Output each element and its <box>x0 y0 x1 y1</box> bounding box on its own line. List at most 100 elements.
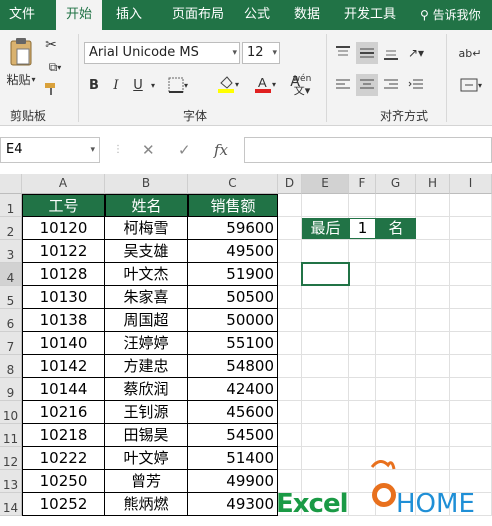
row-header[interactable]: 6 <box>0 309 22 332</box>
column-header-a[interactable]: A <box>22 174 105 194</box>
table-cell[interactable]: 叶文婷 <box>105 447 188 470</box>
table-cell[interactable]: 10122 <box>22 240 105 263</box>
table-header-cell[interactable]: 销售额 <box>188 194 278 217</box>
criteria-label-cell[interactable]: 最后 <box>302 218 349 239</box>
copy-icon[interactable]: ⧉ ▾ <box>42 58 68 76</box>
table-cell[interactable]: 45600 <box>188 401 278 424</box>
underline-button[interactable]: U <box>128 74 148 96</box>
table-cell[interactable]: 51900 <box>188 263 278 286</box>
select-all-corner[interactable] <box>0 174 22 194</box>
tab-file[interactable]: 文件 <box>0 0 44 30</box>
table-cell[interactable]: 朱家喜 <box>105 286 188 309</box>
row-header[interactable]: 8 <box>0 355 22 378</box>
orientation-icon[interactable]: ↗▾ <box>404 42 428 64</box>
tab-page-layout[interactable]: 页面布局 <box>160 0 236 30</box>
formula-input[interactable] <box>244 137 492 163</box>
table-cell[interactable]: 50500 <box>188 286 278 309</box>
table-cell[interactable]: 10252 <box>22 493 105 516</box>
table-cell[interactable]: 柯梅雪 <box>105 217 188 240</box>
table-cell[interactable]: 蔡欣润 <box>105 378 188 401</box>
table-cell[interactable]: 曾芳 <box>105 470 188 493</box>
table-cell[interactable]: 方建忠 <box>105 355 188 378</box>
row-header[interactable]: 1 <box>0 194 22 217</box>
column-header-e[interactable]: E <box>302 174 349 194</box>
chevron-down-icon[interactable]: ▾ <box>148 74 158 96</box>
borders-icon[interactable]: ▾ <box>164 74 192 96</box>
indent-icon[interactable] <box>404 74 428 96</box>
selected-cell-e4[interactable] <box>301 262 350 286</box>
tab-formulas[interactable]: 公式 <box>236 0 278 30</box>
table-header-cell[interactable]: 姓名 <box>105 194 188 217</box>
increase-font-icon[interactable]: A <box>286 72 304 92</box>
table-cell[interactable]: 51400 <box>188 447 278 470</box>
table-cell[interactable]: 10250 <box>22 470 105 493</box>
merge-center-icon[interactable]: ▾ <box>456 74 486 96</box>
row-header[interactable]: 5 <box>0 286 22 309</box>
row-header[interactable]: 12 <box>0 447 22 470</box>
fill-color-icon[interactable]: ▾ <box>214 72 242 96</box>
row-header[interactable]: 2 <box>0 217 22 240</box>
wrap-text-icon[interactable]: ab↵ <box>456 42 484 64</box>
align-left-icon[interactable] <box>332 74 354 96</box>
tab-data[interactable]: 数据 <box>284 0 330 30</box>
table-cell[interactable]: 周国超 <box>105 309 188 332</box>
table-cell[interactable]: 吴支雄 <box>105 240 188 263</box>
italic-button[interactable]: I <box>106 74 126 96</box>
table-cell[interactable]: 54800 <box>188 355 278 378</box>
format-painter-icon[interactable] <box>42 80 60 98</box>
table-cell[interactable]: 10216 <box>22 401 105 424</box>
table-cell[interactable]: 59600 <box>188 217 278 240</box>
row-header[interactable]: 14 <box>0 493 22 516</box>
table-cell[interactable]: 王钊源 <box>105 401 188 424</box>
row-header[interactable]: 10 <box>0 401 22 424</box>
column-header-b[interactable]: B <box>105 174 188 194</box>
column-header-h[interactable]: H <box>416 174 450 194</box>
table-cell[interactable]: 10144 <box>22 378 105 401</box>
criteria-suffix-cell[interactable]: 名 <box>376 218 416 239</box>
table-cell[interactable]: 54500 <box>188 424 278 447</box>
table-cell[interactable]: 10140 <box>22 332 105 355</box>
tab-developer[interactable]: 开发工具 <box>338 0 402 30</box>
bold-button[interactable]: B <box>84 74 104 96</box>
name-box[interactable]: E4 ▾ <box>0 137 100 163</box>
paste-button[interactable]: 粘贴 ▾ <box>4 70 38 88</box>
table-cell[interactable]: 田锡昊 <box>105 424 188 447</box>
table-cell[interactable]: 49500 <box>188 240 278 263</box>
table-cell[interactable]: 10142 <box>22 355 105 378</box>
row-header[interactable]: 11 <box>0 424 22 447</box>
table-cell[interactable]: 50000 <box>188 309 278 332</box>
table-header-cell[interactable]: 工号 <box>22 194 105 217</box>
table-cell[interactable]: 熊炳燃 <box>105 493 188 516</box>
table-cell[interactable]: 10218 <box>22 424 105 447</box>
cut-icon[interactable]: ✂ <box>42 36 60 54</box>
row-header[interactable]: 4 <box>0 263 22 286</box>
table-cell[interactable]: 10128 <box>22 263 105 286</box>
tab-insert[interactable]: 插入 <box>106 0 152 30</box>
row-header[interactable]: 7 <box>0 332 22 355</box>
cancel-icon[interactable]: ✕ <box>142 137 155 163</box>
table-cell[interactable]: 10222 <box>22 447 105 470</box>
table-cell[interactable]: 55100 <box>188 332 278 355</box>
font-color-icon[interactable]: A ▾ <box>250 72 280 96</box>
table-cell[interactable]: 10138 <box>22 309 105 332</box>
row-header[interactable]: 9 <box>0 378 22 401</box>
column-header-f[interactable]: F <box>349 174 376 194</box>
font-size-select[interactable]: 12 ▾ <box>242 42 280 64</box>
align-middle-icon[interactable] <box>356 42 378 64</box>
criteria-n-input[interactable]: 1 <box>349 218 376 239</box>
column-header-d[interactable]: D <box>278 174 302 194</box>
table-cell[interactable]: 49900 <box>188 470 278 493</box>
row-header[interactable]: 13 <box>0 470 22 493</box>
tell-me-box[interactable]: ⚲ 告诉我你 <box>420 0 481 30</box>
confirm-icon[interactable]: ✓ <box>178 137 191 163</box>
font-name-select[interactable]: Arial Unicode MS ▾ <box>84 42 240 64</box>
align-right-icon[interactable] <box>380 74 402 96</box>
paste-icon[interactable] <box>6 36 36 68</box>
align-top-icon[interactable] <box>332 42 354 64</box>
align-bottom-icon[interactable] <box>380 42 402 64</box>
table-cell[interactable]: 42400 <box>188 378 278 401</box>
column-header-c[interactable]: C <box>188 174 278 194</box>
insert-function-icon[interactable]: fx <box>214 137 228 163</box>
column-header-i[interactable]: I <box>450 174 492 194</box>
tab-home[interactable]: 开始 <box>56 0 102 30</box>
